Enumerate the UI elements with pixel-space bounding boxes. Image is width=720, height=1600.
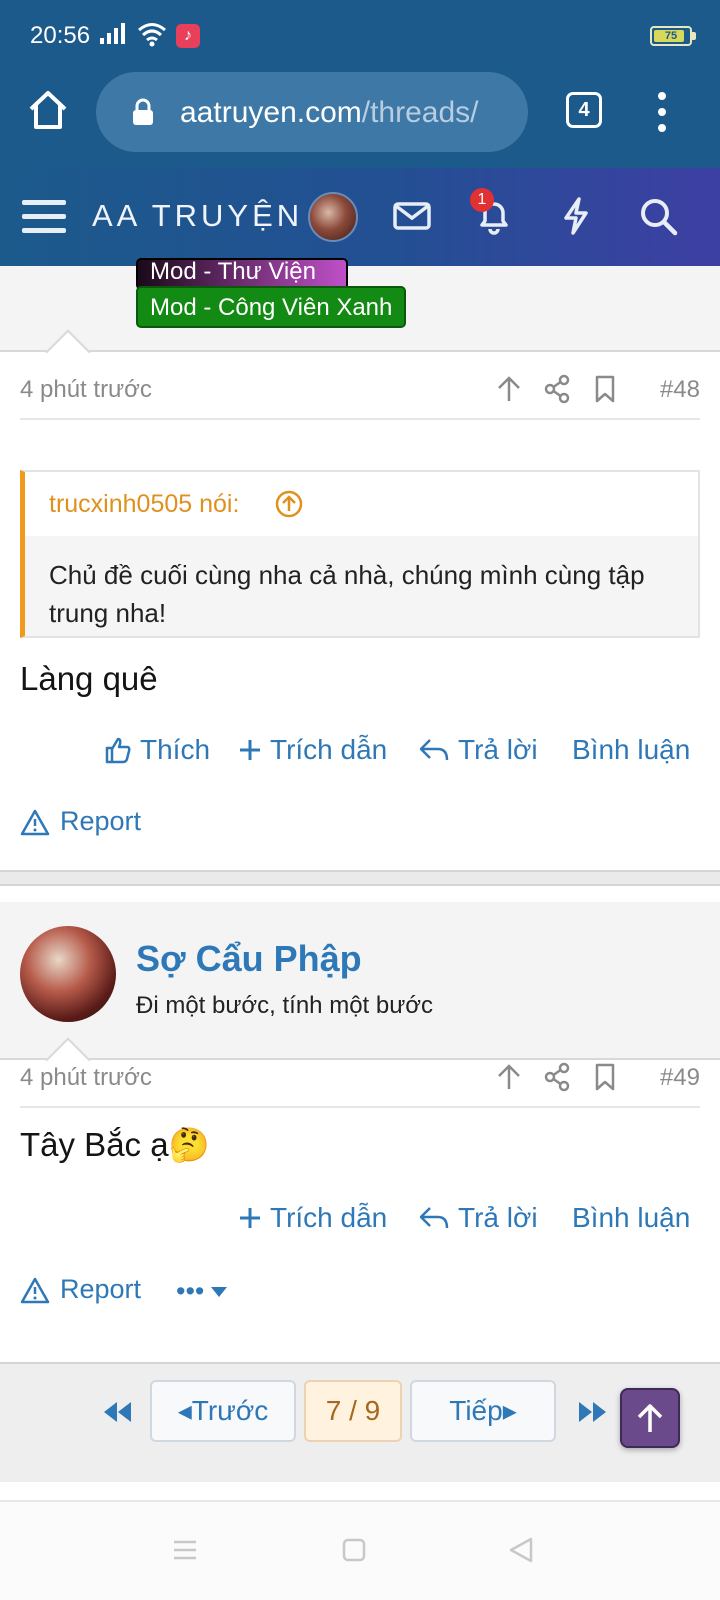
caret-right-icon: ▸ — [502, 1395, 517, 1426]
report-button[interactable]: Report — [20, 1274, 141, 1305]
back-triangle-icon[interactable] — [508, 1536, 534, 1564]
post-48-user-header: Mod - Thư Viện Mod - Công Viên Xanh — [0, 258, 720, 375]
share-icon[interactable] — [542, 374, 572, 404]
music-app-icon: ♪ — [176, 24, 200, 48]
upvote-arrow-icon[interactable] — [494, 374, 524, 404]
lightning-icon[interactable] — [554, 194, 598, 238]
signal-icon — [100, 23, 125, 44]
post-48-actions: Thích Trích dẫn Trả lời Bình luận — [0, 734, 720, 784]
bookmark-icon[interactable] — [590, 374, 620, 404]
like-button[interactable]: Thích — [104, 734, 210, 766]
next-label: Tiếp — [449, 1395, 503, 1426]
reply-button[interactable]: Trả lời — [418, 1202, 538, 1234]
reply-label: Trả lời — [458, 734, 538, 765]
comment-label: Bình luận — [572, 734, 691, 765]
url-host: aatruyen.com — [180, 96, 362, 129]
home-icon[interactable] — [26, 88, 70, 132]
post-48-body: Làng quê — [20, 660, 158, 697]
post-49-actions: Trích dẫn Trả lời Bình luận — [0, 1202, 720, 1252]
post-number[interactable]: #48 — [660, 376, 700, 404]
post-48-meta: 4 phút trước #48 — [20, 356, 700, 420]
more-dots: ••• — [176, 1276, 205, 1306]
share-icon[interactable] — [542, 1062, 572, 1092]
quote-label: Trích dẫn — [270, 734, 388, 765]
bookmark-icon[interactable] — [590, 1062, 620, 1092]
recents-menu-icon[interactable] — [172, 1538, 198, 1562]
url-path: /threads/ — [361, 96, 479, 129]
arrow-up-icon — [637, 1404, 663, 1432]
user-title: Đi một bước, tính một bước — [136, 992, 434, 1019]
user-avatar[interactable] — [308, 192, 358, 242]
more-options-button[interactable]: ••• — [176, 1276, 228, 1307]
status-time: 20:56 — [30, 22, 91, 49]
post-49-body: Tây Bắc ạ🤔 — [20, 1126, 210, 1163]
user-badge-cong-vien-xanh: Mod - Công Viên Xanh — [136, 286, 407, 328]
plus-icon — [240, 1208, 260, 1228]
jump-to-quote-icon[interactable] — [275, 490, 303, 518]
chevron-down-icon — [211, 1286, 228, 1297]
reply-label: Trả lời — [458, 1202, 538, 1233]
pagination: ◂Trước 7 / 9 Tiếp▸ — [0, 1362, 720, 1482]
post-49-user-header: Sợ Cẩu Phập Đi một bước, tính một bước — [0, 902, 720, 1083]
lock-icon — [133, 98, 153, 125]
quote-button[interactable]: Trích dẫn — [238, 1202, 387, 1234]
scroll-to-top-button[interactable] — [620, 1388, 680, 1448]
user-avatar-large[interactable] — [20, 926, 116, 1022]
next-page-button[interactable]: Tiếp▸ — [410, 1380, 556, 1442]
plus-icon — [240, 740, 260, 760]
thumbs-up-icon — [105, 737, 131, 764]
battery-level: 75 — [664, 30, 678, 42]
prev-label: Trước — [191, 1395, 269, 1426]
comment-label: Bình luận — [572, 1202, 691, 1233]
quote-button[interactable]: Trích dẫn — [238, 734, 387, 766]
reply-button[interactable]: Trả lời — [418, 734, 538, 766]
report-label: Report — [60, 1274, 142, 1304]
last-page-icon[interactable] — [576, 1400, 610, 1424]
reply-arrow-icon — [419, 739, 449, 761]
quote-block: trucxinh0505 nói: Chủ đề cuối cùng nha c… — [20, 470, 700, 638]
battery-icon: 75 — [650, 26, 696, 46]
first-page-icon[interactable] — [100, 1400, 134, 1424]
home-square-icon[interactable] — [342, 1538, 366, 1562]
current-page[interactable]: 7 / 9 — [304, 1380, 402, 1442]
address-bar[interactable]: aatruyen.com/threads/ — [96, 72, 528, 152]
caret-left-icon: ◂ — [177, 1395, 192, 1426]
wifi-icon — [138, 23, 166, 47]
url-row: aatruyen.com/threads/ 4 — [0, 68, 720, 156]
search-icon[interactable] — [636, 194, 680, 238]
post-49-meta: 4 phút trước #49 — [20, 1044, 700, 1108]
browser-menu-icon[interactable] — [650, 92, 674, 132]
status-bar: 20:56 ♪ 75 — [0, 0, 720, 64]
post-separator — [0, 870, 720, 886]
upvote-arrow-icon[interactable] — [494, 1062, 524, 1092]
quote-label: Trích dẫn — [270, 1202, 388, 1233]
mail-icon[interactable] — [390, 194, 434, 238]
report-label: Report — [60, 806, 142, 836]
warning-icon — [20, 1277, 50, 1303]
report-button[interactable]: Report — [20, 806, 141, 837]
browser-chrome: 20:56 ♪ 75 aatruyen.com/threads/ 4 — [0, 0, 720, 168]
warning-icon — [20, 809, 50, 835]
quote-text: Chủ đề cuối cùng nha cả nhà, chúng mình … — [49, 560, 645, 628]
system-nav-bar — [0, 1500, 720, 1600]
tab-switcher-button[interactable]: 4 — [566, 92, 602, 128]
reply-arrow-icon — [419, 1207, 449, 1229]
prev-page-button[interactable]: ◂Trước — [150, 1380, 296, 1442]
hamburger-menu-icon[interactable] — [22, 196, 66, 236]
post-time[interactable]: 4 phút trước — [20, 376, 152, 404]
notification-badge: 1 — [470, 188, 494, 212]
site-header: AA TRUYỆN — [0, 168, 720, 266]
url-text: aatruyen.com/threads/ — [180, 96, 479, 130]
post-number[interactable]: #49 — [660, 1064, 700, 1092]
quote-author[interactable]: trucxinh0505 nói: — [49, 490, 239, 519]
username[interactable]: Sợ Cẩu Phập — [136, 938, 362, 980]
post-time[interactable]: 4 phút trước — [20, 1064, 152, 1092]
quote-header: trucxinh0505 nói: — [25, 472, 698, 536]
comment-button[interactable]: Bình luận — [572, 734, 690, 766]
like-label: Thích — [140, 734, 211, 765]
site-logo[interactable]: AA TRUYỆN — [92, 198, 303, 234]
comment-button[interactable]: Bình luận — [572, 1202, 690, 1234]
